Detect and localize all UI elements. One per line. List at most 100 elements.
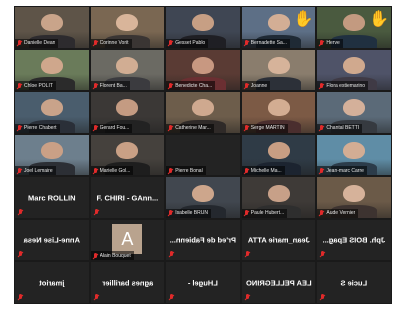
participant-label: Gerard Fou...: [90, 123, 133, 133]
participant-video-tile[interactable]: Benedicte Cha...: [166, 49, 240, 91]
participant-name: Marielle Gol...: [99, 167, 131, 174]
participant-name: Pierre Bonal: [175, 167, 203, 174]
participant-face: [116, 142, 139, 160]
participant-muted-tile[interactable]: Pierre Bonal: [166, 134, 240, 176]
participant-video-tile[interactable]: Flora estiemarino: [317, 49, 391, 91]
participant-name-tile[interactable]: F. CHIRI - GAnn...: [90, 177, 165, 218]
muted-mic-icon: [17, 125, 22, 131]
participant-name: Aude Vernier: [326, 210, 356, 217]
participant-video-tile[interactable]: Joel Lemaire: [15, 134, 89, 176]
participant-name-tile[interactable]: jmariot: [15, 262, 89, 303]
participant-face: [191, 14, 215, 32]
muted-mic-icon: [168, 210, 173, 216]
participant-name: LHugel -: [188, 278, 218, 288]
participant-name: LEA PELLEGRINO: [245, 278, 312, 288]
muted-mic-icon: [18, 294, 23, 300]
muted-mic-icon: [169, 251, 174, 257]
participant-name: Danielle Dean: [24, 40, 56, 47]
participant-name-tile[interactable]: agnes barillier: [90, 262, 165, 303]
participant-name-tile[interactable]: Jean_marie ATTA: [241, 219, 316, 261]
gallery-view: Danielle Dean Corinne Vorit Gesset Pablo…: [14, 6, 392, 304]
muted-mic-icon: [93, 125, 98, 131]
participant-label: Paule Hubert...: [241, 208, 288, 218]
participant-video-tile[interactable]: Paule Hubert...: [241, 177, 316, 218]
participant-name-tile[interactable]: Jph. BOIS Epag...: [317, 219, 391, 261]
participant-label: Joel Lemaire: [15, 166, 56, 176]
participant-video-tile[interactable]: Michelle Ma...: [241, 134, 316, 176]
muted-mic-icon: [168, 82, 173, 89]
muted-mic-icon: [244, 167, 249, 174]
participant-name: agnes barillier: [101, 278, 153, 288]
participant-label: Benedicte Cha...: [166, 81, 216, 91]
muted-mic-icon: [244, 125, 249, 131]
avatar: A: [112, 223, 143, 254]
participant-face: [40, 14, 63, 32]
participant-video-tile[interactable]: Joanne: [241, 49, 316, 91]
participant-label: Serge MARTIN: [241, 123, 288, 133]
participant-label: Catherine Mar...: [166, 123, 214, 133]
participant-video-tile[interactable]: Chantal BETTI: [317, 92, 391, 133]
participant-name: Gesset Pablo: [175, 40, 206, 47]
muted-mic-icon: [244, 82, 249, 89]
participant-name-tile[interactable]: Pr'ed de Fabienn...: [166, 219, 240, 261]
muted-mic-icon: [17, 82, 22, 89]
participant-name-tile[interactable]: Anne-Lise Nesa: [15, 219, 89, 261]
participant-video-tile[interactable]: Isabelle BRUN: [166, 177, 240, 218]
participant-name-tile[interactable]: LHugel -: [166, 262, 240, 303]
muted-mic-icon: [319, 40, 324, 46]
participant-avatar-tile[interactable]: A Alain Bouquet: [90, 219, 165, 261]
participant-video-tile[interactable]: Gerard Fou...: [90, 92, 165, 133]
participant-name: Pr'ed de Fabienn...: [169, 235, 237, 245]
participant-name-tile[interactable]: LEA PELLEGRINO: [241, 262, 316, 303]
participant-video-tile[interactable]: Catherine Mar...: [166, 92, 240, 133]
muted-mic-icon: [17, 40, 22, 46]
participant-label: Herve: [317, 38, 343, 48]
participant-name: Alain Bouquet: [99, 252, 131, 259]
participant-label: Chloe POLIT: [15, 81, 56, 91]
participant-label: Chantal BETTI: [317, 123, 363, 133]
raised-hand-icon: ✋: [369, 11, 390, 29]
participant-label: Bernadette Sa...: [241, 38, 290, 48]
participant-video-tile[interactable]: ✋ Herve: [317, 7, 391, 48]
participant-video-tile[interactable]: ✋ Bernadette Sa...: [241, 7, 316, 48]
participant-name: Lucie S: [340, 278, 368, 288]
participant-video-tile[interactable]: Florent Ba...: [90, 49, 165, 91]
participant-video-tile[interactable]: Chloe POLIT: [15, 49, 89, 91]
participant-name-tile[interactable]: Lucie S: [317, 262, 391, 303]
participant-label: Florent Ba...: [90, 81, 130, 91]
participant-name: Benedicte Cha...: [175, 82, 213, 89]
participant-video-tile[interactable]: Pierre Chabert: [15, 92, 89, 133]
participant-name: Paule Hubert...: [250, 210, 285, 217]
participant-name-tile[interactable]: Marc ROLLIN: [15, 177, 89, 218]
participant-video-tile[interactable]: Aude Vernier: [317, 177, 391, 218]
participant-face: [191, 184, 215, 202]
muted-mic-icon: [319, 125, 324, 131]
participant-name: jmariot: [39, 278, 65, 288]
muted-mic-icon: [168, 40, 173, 46]
participant-face: [40, 56, 63, 74]
participant-label: Pierre Bonal: [166, 166, 206, 176]
muted-mic-icon: [93, 40, 98, 46]
muted-mic-icon: [169, 294, 174, 300]
participant-name: Joanne: [250, 82, 268, 89]
muted-mic-icon: [319, 210, 324, 216]
participant-label: Joanne: [241, 81, 271, 91]
participant-face: [343, 14, 366, 32]
participant-name: Gerard Fou...: [99, 125, 130, 132]
participant-name: Marc ROLLIN: [28, 193, 76, 203]
participant-video-tile[interactable]: Danielle Dean: [15, 7, 89, 48]
muted-mic-icon: [244, 40, 249, 46]
participant-video-tile[interactable]: Gesset Pablo: [166, 7, 240, 48]
participant-face: [116, 14, 139, 32]
participant-video-tile[interactable]: Corinne Vorit: [90, 7, 165, 48]
participant-label: Aude Vernier: [317, 208, 359, 218]
participant-label: Michelle Ma...: [241, 166, 285, 176]
muted-mic-icon: [320, 251, 325, 257]
participant-video-tile[interactable]: Jean-marc Carre: [317, 134, 391, 176]
muted-mic-icon: [168, 167, 173, 174]
participant-face: [343, 142, 366, 160]
participant-name: Michelle Ma...: [250, 167, 282, 174]
participant-video-tile[interactable]: Marielle Gol...: [90, 134, 165, 176]
participant-face: [343, 184, 366, 202]
participant-video-tile[interactable]: Serge MARTIN: [241, 92, 316, 133]
